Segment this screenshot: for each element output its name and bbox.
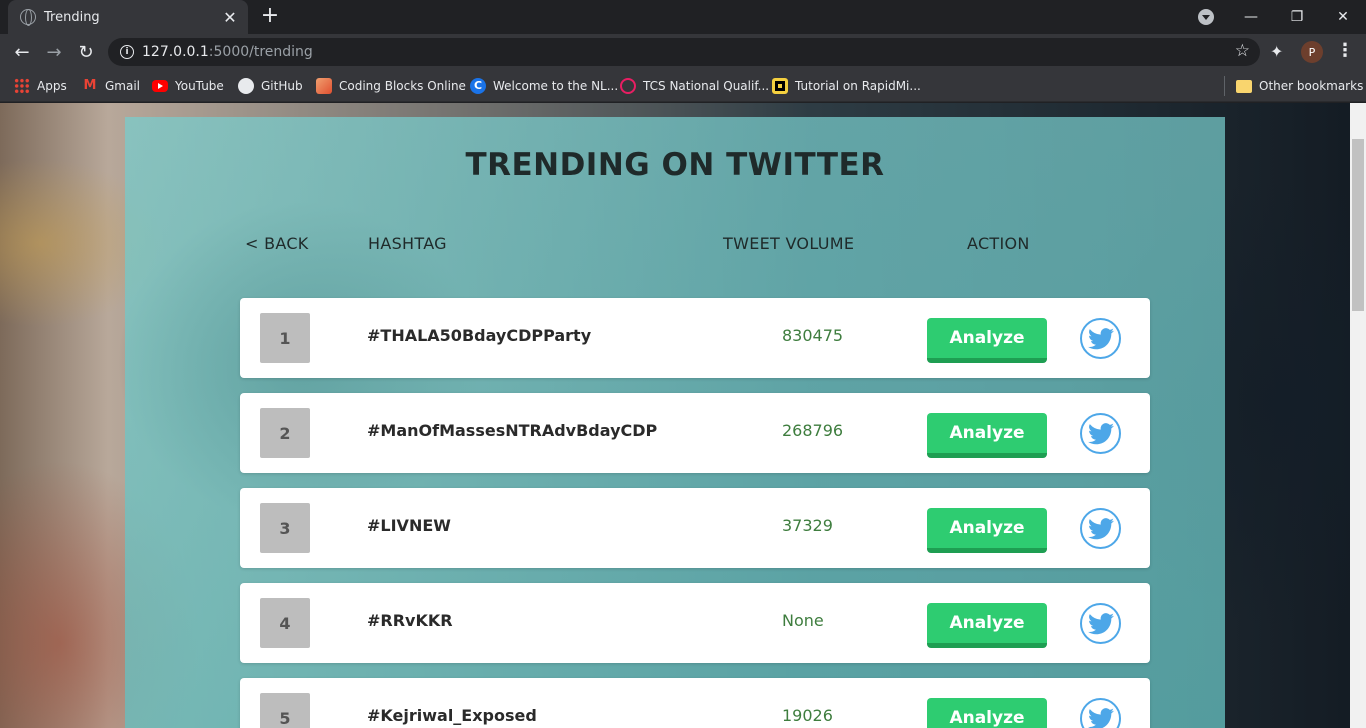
twitter-bird-icon[interactable] (1080, 698, 1121, 728)
bookmark-apps[interactable]: Apps (14, 76, 67, 96)
tab-strip: Trending ✕ + — ❐ ✕ (0, 0, 1366, 34)
bookmark-github[interactable]: GitHub (238, 76, 303, 96)
globe-icon (20, 9, 36, 26)
twitter-bird-icon[interactable] (1080, 603, 1121, 644)
scrollbar-thumb[interactable] (1352, 139, 1364, 311)
trend-row: 5 #Kejriwal_Exposed 19026 Analyze (240, 678, 1150, 728)
extensions-icon[interactable]: ✦ (1270, 42, 1283, 61)
twitter-bird-icon[interactable] (1080, 413, 1121, 454)
bookmark-label: Apps (37, 79, 67, 93)
rank-badge: 2 (260, 408, 310, 458)
bookmark-label: Other bookmarks (1259, 79, 1364, 93)
tweet-volume: 19026 (782, 706, 833, 725)
address-bar[interactable]: i 127.0.0.1:5000/trending ☆ (108, 38, 1260, 66)
github-icon (238, 78, 254, 94)
hashtag-column-header: HASHTAG (368, 234, 447, 253)
bookmark-label: Coding Blocks Online (339, 79, 466, 93)
url-host: 127.0.0.1 (142, 44, 209, 60)
url-path: :5000/trending (208, 44, 313, 60)
close-tab-icon[interactable]: ✕ (222, 8, 238, 27)
tab-search-icon[interactable] (1198, 9, 1214, 25)
new-tab-button[interactable]: + (258, 4, 282, 28)
analyze-button[interactable]: Analyze (927, 698, 1047, 728)
back-link[interactable]: < BACK (245, 234, 309, 253)
twitter-bird-icon[interactable] (1080, 508, 1121, 549)
trending-panel: TRENDING ON TWITTER < BACK HASHTAG TWEET… (125, 117, 1225, 728)
rank-badge: 1 (260, 313, 310, 363)
bookmark-label: Tutorial on RapidMi... (795, 79, 921, 93)
rapidminer-icon (772, 78, 788, 94)
analyze-button[interactable]: Analyze (927, 413, 1047, 458)
trend-row: 4 #RRvKKR None Analyze (240, 583, 1150, 663)
bookmark-star-icon[interactable]: ☆ (1235, 41, 1250, 61)
forward-arrow-icon[interactable]: → (42, 40, 66, 64)
analyze-button[interactable]: Analyze (927, 318, 1047, 363)
browser-tab[interactable]: Trending ✕ (8, 0, 248, 34)
back-arrow-icon[interactable]: ← (10, 40, 34, 64)
rank-badge: 4 (260, 598, 310, 648)
analyze-button[interactable]: Analyze (927, 603, 1047, 648)
tweet-volume: 37329 (782, 516, 833, 535)
tab-title: Trending (44, 9, 100, 25)
trend-row: 3 #LIVNEW 37329 Analyze (240, 488, 1150, 568)
gmail-icon: M (83, 78, 97, 93)
hashtag: #ManOfMassesNTRAdvBdayCDP (367, 421, 658, 440)
bookmarks-separator (1224, 76, 1225, 96)
bookmark-youtube[interactable]: YouTube (152, 76, 224, 96)
page-title: TRENDING ON TWITTER (465, 147, 885, 183)
hashtag: #Kejriwal_Exposed (367, 706, 537, 725)
menu-icon[interactable]: ⋮ (1336, 40, 1354, 61)
hashtag: #THALA50BdayCDPParty (367, 326, 592, 345)
apps-grid-icon (14, 78, 30, 94)
trend-row: 2 #ManOfMassesNTRAdvBdayCDP 268796 Analy… (240, 393, 1150, 473)
reload-icon[interactable]: ↻ (74, 40, 98, 64)
bookmark-other[interactable]: Other bookmarks (1236, 76, 1363, 96)
bookmark-rapidminer[interactable]: Tutorial on RapidMi... (772, 76, 921, 96)
bookmark-tcs[interactable]: TCS National Qualif... (620, 76, 769, 96)
analyze-button[interactable]: Analyze (927, 508, 1047, 553)
site-info-icon[interactable]: i (120, 45, 134, 59)
bookmark-label: GitHub (261, 79, 303, 93)
hashtag: #LIVNEW (367, 516, 451, 535)
bookmark-label: Gmail (105, 79, 141, 93)
rank-badge: 5 (260, 693, 310, 728)
coding-blocks-icon (316, 78, 332, 94)
youtube-icon (152, 80, 168, 92)
bookmark-label: TCS National Qualif... (643, 79, 770, 93)
trend-row: 1 #THALA50BdayCDPParty 830475 Analyze (240, 298, 1150, 378)
twitter-bird-icon[interactable] (1080, 318, 1121, 359)
page-viewport: TRENDING ON TWITTER < BACK HASHTAG TWEET… (0, 103, 1350, 728)
minimize-icon[interactable]: — (1228, 0, 1274, 34)
rank-badge: 3 (260, 503, 310, 553)
tweet-volume: 830475 (782, 326, 844, 345)
bookmark-coding-blocks[interactable]: Coding Blocks Online (316, 76, 466, 96)
bookmark-nl[interactable]: C Welcome to the NL... (470, 76, 618, 96)
browser-toolbar: ← → ↻ i 127.0.0.1:5000/trending ☆ ✦ P ⋮ (0, 34, 1366, 70)
volume-column-header: TWEET VOLUME (723, 234, 855, 253)
tcs-icon (620, 78, 636, 94)
tweet-volume: 268796 (782, 421, 844, 440)
restore-icon[interactable]: ❐ (1274, 0, 1320, 34)
profile-avatar[interactable]: P (1301, 41, 1323, 63)
action-column-header: ACTION (967, 234, 1030, 253)
tweet-volume: None (782, 611, 824, 630)
page-scrollbar[interactable] (1350, 103, 1366, 728)
bookmark-label: Welcome to the NL... (493, 79, 619, 93)
folder-icon (1236, 79, 1252, 93)
close-window-icon[interactable]: ✕ (1320, 0, 1366, 34)
bookmark-gmail[interactable]: M Gmail (82, 76, 140, 96)
hashtag: #RRvKKR (367, 611, 453, 630)
c-logo-icon: C (470, 78, 486, 94)
bookmark-label: YouTube (175, 79, 224, 93)
bookmarks-bar: Apps M Gmail YouTube GitHub Coding Block… (0, 70, 1366, 102)
